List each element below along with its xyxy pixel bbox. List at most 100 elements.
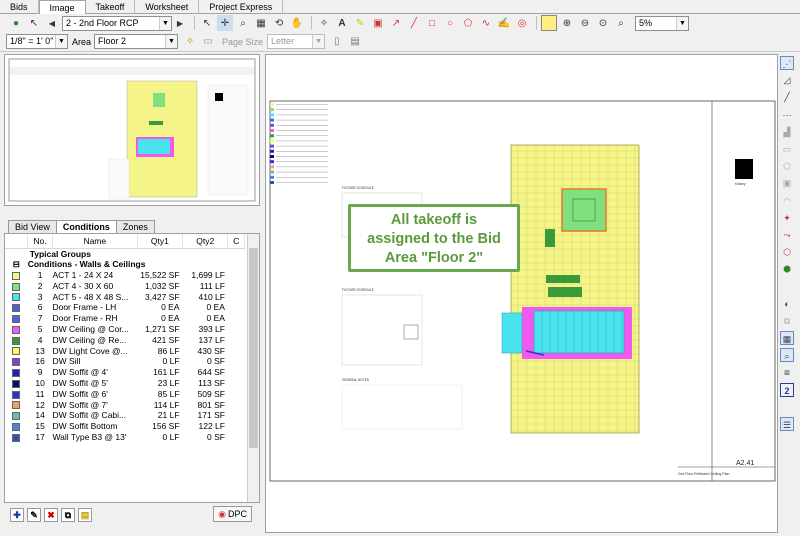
zoom-menu-icon[interactable]: ⌕ <box>613 15 629 31</box>
condition-row[interactable]: 14 DW Soffit @ Cabi... 21 LF 171 SF <box>5 410 245 421</box>
crosshair-icon[interactable]: ✛ <box>217 15 233 31</box>
condition-row[interactable]: 10 DW Soffit @ 5' 23 LF 113 SF <box>5 378 245 389</box>
tab-takeoff[interactable]: Takeoff <box>86 0 136 14</box>
draw-cutout-icon[interactable]: ▣ <box>780 176 794 190</box>
folder-condition-icon[interactable]: ▤ <box>78 508 92 522</box>
draw-count-icon[interactable]: ⋯ <box>780 108 794 122</box>
group-row-typical[interactable]: Typical Groups <box>5 248 245 259</box>
condition-row[interactable]: 3 ACT 5 - 48 X 48 S... 3,427 SF 410 LF <box>5 291 245 302</box>
condition-row[interactable]: 1 ACT 1 - 24 X 24 15,522 SF 1,699 LF <box>5 270 245 281</box>
rectangle-annotation-icon[interactable]: □ <box>424 15 440 31</box>
draw-area-icon[interactable]: ◿ <box>780 73 794 87</box>
arrow-annotation-icon[interactable]: ↗ <box>388 15 404 31</box>
grid-header-qty1[interactable]: Qty1 <box>137 234 184 249</box>
condition-row[interactable]: 2 ACT 4 - 30 X 60 1,032 SF 111 LF <box>5 280 245 291</box>
area-wand-icon[interactable]: ✧ <box>182 34 198 50</box>
line-annotation-icon[interactable]: ╱ <box>406 15 422 31</box>
grid-header-no[interactable]: No. <box>27 234 53 249</box>
zoom-fit-icon[interactable]: ⊙ <box>595 15 611 31</box>
new-page-icon[interactable]: ▯ <box>329 34 345 50</box>
stamp-icon[interactable]: ▣ <box>370 15 386 31</box>
tab-bids[interactable]: Bids <box>0 0 39 14</box>
group-row-conditions[interactable]: ⊟ Conditions - Walls & Ceilings <box>5 259 245 270</box>
zoom-window-icon[interactable]: ⌕ <box>235 15 251 31</box>
area-select[interactable]: Floor 2 ▼ <box>94 34 179 49</box>
view-zoom-icon[interactable]: ⌕ <box>780 348 794 363</box>
pan-hand-icon[interactable]: ✋ <box>289 15 305 31</box>
view-pages-icon[interactable]: ⧈ <box>780 365 794 379</box>
zoom-in-icon[interactable]: ⊕ <box>559 15 575 31</box>
draw-nudge-icon[interactable]: ⤳ <box>780 228 794 242</box>
tab-project-express[interactable]: Project Express <box>199 0 284 14</box>
draw-rect-icon[interactable]: ▭ <box>780 142 794 156</box>
tab-image[interactable]: Image <box>38 0 86 15</box>
draw-poly-icon[interactable]: ⬠ <box>780 159 794 173</box>
draw-linear-icon[interactable]: ╱ <box>780 90 794 104</box>
draw-arc-icon[interactable]: ◠ <box>780 194 794 208</box>
tab-zones[interactable]: Zones <box>115 220 155 233</box>
copy-condition-icon[interactable]: ⧉ <box>61 508 75 522</box>
prev-page-icon[interactable]: ◀ <box>44 15 60 31</box>
condition-row[interactable]: 17 Wall Type B3 @ 13' 0 LF 0 SF <box>5 432 245 443</box>
condition-row[interactable]: 15 DW Soffit Bottom 156 SF 122 LF <box>5 421 245 432</box>
condition-row[interactable]: 7 Door Frame - RH 0 EA 0 EA <box>5 313 245 324</box>
condition-row[interactable]: 12 DW Soffit @ 7' 114 LF 801 SF <box>5 399 245 410</box>
grid-header-name[interactable]: Name <box>52 234 138 249</box>
grid-scrollbar[interactable] <box>247 234 259 502</box>
condition-row[interactable]: 6 Door Frame - LH 0 EA 0 EA <box>5 302 245 313</box>
freehand-annotation-icon[interactable]: ∿ <box>478 15 494 31</box>
rotate-icon[interactable]: ⟲ <box>271 15 287 31</box>
condition-row[interactable]: 16 DW Sill 0 LF 0 SF <box>5 356 245 367</box>
layer-icon[interactable]: ◐ <box>780 297 794 311</box>
image-icon[interactable]: ▦ <box>253 15 269 31</box>
next-page-icon[interactable]: ▶ <box>172 15 188 31</box>
drawing-canvas[interactable]: FIXTURE SCHEDULE FIXTURE SCHEDULE GENERA… <box>265 54 778 533</box>
draw-label-icon[interactable]: ⬢ <box>780 262 794 276</box>
cloud-annotation-icon[interactable]: ◎ <box>514 15 530 31</box>
condition-row[interactable]: 9 DW Soffit @ 4' 161 LF 644 SF <box>5 367 245 378</box>
condition-row[interactable]: 13 DW Light Cove @... 86 LF 430 SF <box>5 345 245 356</box>
scale-select[interactable]: 1/8" = 1' 0" ▼ <box>6 34 68 49</box>
snap-icon[interactable]: ⋰ <box>780 56 794 70</box>
refresh-icon[interactable]: ● <box>8 15 24 31</box>
magic-wand-icon[interactable]: ✧ <box>316 15 332 31</box>
pointer-icon[interactable]: ↖ <box>199 15 215 31</box>
zoom-out-icon[interactable]: ⊖ <box>577 15 593 31</box>
edit-condition-icon[interactable]: ✎ <box>27 508 41 522</box>
tab-worksheet[interactable]: Worksheet <box>135 0 200 14</box>
callout-line-3: Area "Floor 2" <box>384 250 484 266</box>
ellipse-annotation-icon[interactable]: ○ <box>442 15 458 31</box>
condition-row[interactable]: 11 DW Soffit @ 6' 85 LF 509 SF <box>5 388 245 399</box>
thumbnail-window[interactable] <box>4 54 260 206</box>
grid-header-qty2[interactable]: Qty2 <box>182 234 229 249</box>
view-page-2-icon[interactable]: 2 <box>780 382 794 397</box>
condition-row[interactable]: 5 DW Ceiling @ Cor... 1,271 SF 393 LF <box>5 324 245 335</box>
dpc-button[interactable]: ◉ DPC <box>213 506 252 522</box>
conditions-grid[interactable]: No. Name Qty1 Qty2 C Typical Groups ⊟ Co… <box>4 233 260 503</box>
page-select[interactable]: 2 - 2nd Floor RCP ▼ <box>62 15 172 31</box>
draw-auto-icon[interactable]: ✦ <box>780 211 794 225</box>
grid-header-cost[interactable]: C <box>227 234 245 249</box>
highlighter-icon[interactable]: ✎ <box>352 15 368 31</box>
delete-condition-icon[interactable]: ✖ <box>44 508 58 522</box>
page-size-icon[interactable]: ▭ <box>200 34 216 50</box>
tab-conditions[interactable]: Conditions <box>55 220 117 233</box>
overlay-icon[interactable]: ⧉ <box>780 314 794 328</box>
view-list-icon[interactable]: ☰ <box>780 416 794 431</box>
draw-shape-icon[interactable]: ⬡ <box>780 245 794 259</box>
zoom-select[interactable]: 5% ▼ <box>635 15 689 31</box>
highlight-area-icon[interactable] <box>541 15 557 31</box>
page-size-select[interactable]: Letter ▼ <box>267 34 326 49</box>
collapse-icon[interactable]: ⊟ <box>5 259 28 270</box>
view-grid-icon[interactable]: ▦ <box>780 331 794 345</box>
scroll-thumb[interactable] <box>249 248 258 448</box>
tab-bid-view[interactable]: Bid View <box>8 220 57 233</box>
draw-stairs-icon[interactable]: ▟ <box>780 125 794 139</box>
condition-row[interactable]: 4 DW Ceiling @ Re... 421 SF 137 LF <box>5 334 245 345</box>
select-cursor-icon[interactable]: ↖ <box>26 15 42 31</box>
page-options-icon[interactable]: ▤ <box>347 34 363 50</box>
add-condition-icon[interactable]: ✚ <box>10 508 24 522</box>
signature-icon[interactable]: ✍ <box>496 15 512 31</box>
polygon-annotation-icon[interactable]: ⬠ <box>460 15 476 31</box>
text-annotation-icon[interactable]: A <box>334 15 350 31</box>
